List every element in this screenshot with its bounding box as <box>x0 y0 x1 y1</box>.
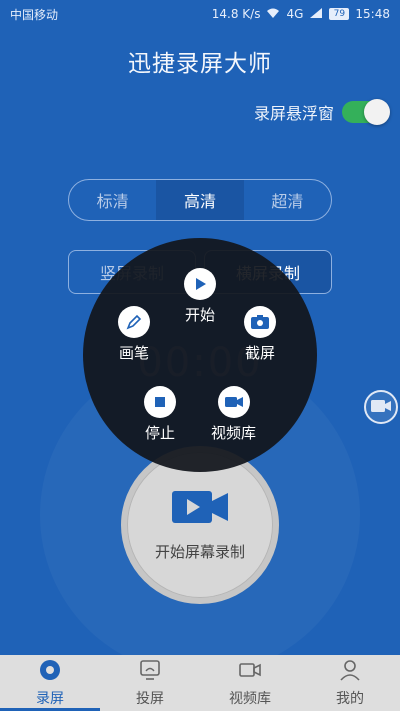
nav-item-video-library[interactable]: 视频库 <box>200 655 300 711</box>
camera-icon <box>244 306 276 338</box>
menu-screenshot-label: 截屏 <box>244 344 275 362</box>
record-icon <box>38 658 62 686</box>
float-window-row: 录屏悬浮窗 <box>253 99 390 125</box>
battery-indicator: 79 <box>329 8 350 20</box>
float-window-label: 录屏悬浮窗 <box>253 104 334 123</box>
menu-pen-button[interactable]: 画笔 <box>118 306 150 363</box>
menu-start-label: 开始 <box>184 306 215 324</box>
network-speed: 14.8 K/s <box>211 7 261 21</box>
nav-label-cast: 投屏 <box>136 691 164 707</box>
video-camera-icon <box>217 386 250 418</box>
toggle-knob <box>364 99 390 125</box>
status-bar: 中国移动 14.8 K/s 4G 79 15:48 <box>0 0 400 28</box>
menu-pen-label: 画笔 <box>118 344 149 362</box>
video-camera-icon <box>238 658 262 686</box>
quality-sd[interactable]: 标清 <box>69 180 156 220</box>
menu-screenshot-button[interactable]: 截屏 <box>244 306 276 363</box>
network-type: 4G <box>286 7 304 21</box>
menu-stop-button[interactable]: 停止 <box>144 386 176 443</box>
bottom-nav: 录屏 投屏 视频库 我的 <box>0 655 400 711</box>
signal-icon <box>309 7 323 22</box>
quality-ultra[interactable]: 超清 <box>244 180 331 220</box>
stop-icon <box>144 386 176 418</box>
menu-stop-label: 停止 <box>144 424 175 442</box>
nav-item-mine[interactable]: 我的 <box>300 655 400 711</box>
float-window-toggle[interactable] <box>342 99 390 125</box>
cast-icon <box>138 658 162 686</box>
wifi-icon <box>266 7 280 22</box>
carrier-label: 中国移动 <box>10 7 59 22</box>
nav-label-video-library: 视频库 <box>229 691 271 707</box>
menu-start-button[interactable]: 开始 <box>184 268 216 325</box>
pen-icon <box>118 306 150 338</box>
nav-item-record[interactable]: 录屏 <box>0 655 100 711</box>
menu-video-library-label: 视频库 <box>211 424 257 442</box>
nav-label-record: 录屏 <box>36 691 64 707</box>
quality-selector: 标清 高清 超清 <box>68 179 332 221</box>
page-title: 迅捷录屏大师 <box>128 51 272 77</box>
floating-ball-button[interactable] <box>364 390 398 424</box>
quality-hd[interactable]: 高清 <box>156 180 244 220</box>
status-right: 14.8 K/s 4G 79 15:48 <box>212 7 390 22</box>
clock: 15:48 <box>355 7 390 21</box>
nav-label-mine: 我的 <box>336 691 364 707</box>
video-camera-icon <box>371 398 391 417</box>
record-inner-ring <box>127 452 273 598</box>
nav-item-cast[interactable]: 投屏 <box>100 655 200 711</box>
play-icon <box>184 268 216 300</box>
menu-video-library-button[interactable]: 视频库 <box>211 386 256 443</box>
person-icon <box>338 658 362 686</box>
floating-menu: 开始 画笔 截屏 停止 视频库 <box>83 238 317 472</box>
